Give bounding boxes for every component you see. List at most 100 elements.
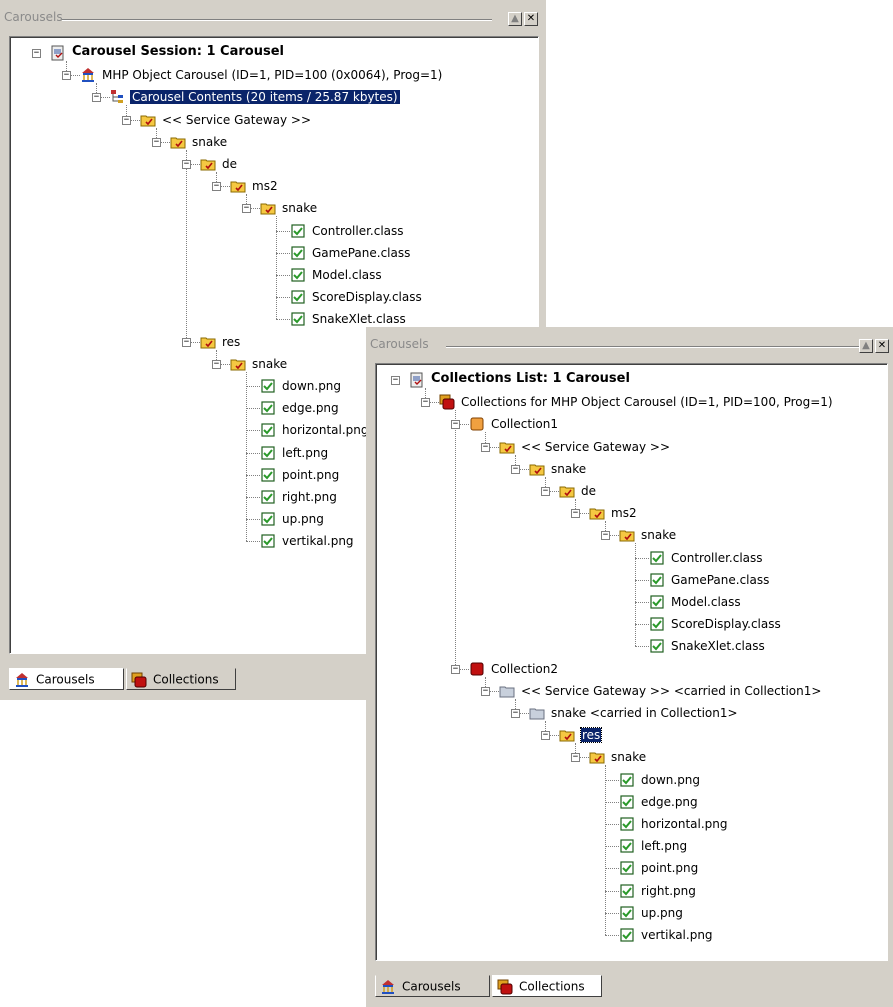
collapse-toggle[interactable]: − — [242, 204, 251, 214]
file-check-icon — [260, 533, 276, 549]
tree-file-item[interactable]: ScoreDisplay.class — [10, 287, 538, 307]
tree-node-label: right.png — [641, 883, 696, 898]
collapse-toggle[interactable]: − — [451, 664, 460, 674]
tab-carousels[interactable]: Carousels — [375, 975, 490, 997]
minimize-button[interactable]: ▲ — [859, 339, 873, 353]
tree-node[interactable]: − MHP Object Carousel (ID=1, PID=100 (0x0… — [10, 65, 538, 85]
tree-node[interactable]: − ms2 — [10, 176, 538, 196]
tree-node[interactable]: − de — [376, 481, 887, 501]
folder-icon — [559, 483, 575, 499]
tree-node[interactable]: − Collections for MHP Object Carousel (ID… — [376, 392, 887, 412]
tree-file-item[interactable]: edge.png — [376, 792, 887, 812]
tree-file-item[interactable]: down.png — [376, 770, 887, 790]
collapse-toggle[interactable]: − — [511, 464, 520, 474]
tree-file-item[interactable]: up.png — [376, 903, 887, 923]
collection-red-icon — [469, 661, 485, 677]
collapse-toggle[interactable]: − — [571, 509, 580, 519]
tree-file-item[interactable]: Model.class — [10, 265, 538, 285]
collapse-toggle[interactable]: − — [152, 137, 161, 147]
tree-node-label: up.png — [282, 512, 324, 527]
tree-file-item[interactable]: Controller.class — [376, 548, 887, 568]
tree-node-label: vertikal.png — [641, 928, 713, 942]
tree-node[interactable]: − de — [10, 154, 538, 174]
tree-connector — [276, 230, 290, 232]
collapse-toggle[interactable]: − — [391, 376, 400, 385]
tree-node[interactable]: − Carousel Session: 1 Carousel — [10, 43, 538, 63]
collapse-toggle[interactable]: − — [212, 182, 221, 192]
tree-file-item[interactable]: left.png — [376, 836, 887, 856]
tree-node[interactable]: − snake — [376, 747, 887, 767]
tree-node[interactable]: − ms2 — [376, 503, 887, 523]
collection-orange-icon — [469, 416, 485, 432]
minimize-button[interactable]: ▲ — [508, 12, 522, 26]
tree-node-label: ms2 — [611, 506, 637, 521]
tree-connector — [276, 252, 290, 254]
collections-tree[interactable]: − Collections List: 1 Carousel − Collection… — [375, 363, 888, 961]
folder-icon — [559, 727, 575, 743]
tree-file-item[interactable]: vertikal.png — [376, 925, 887, 945]
tab-carousels[interactable]: Carousels — [9, 668, 124, 690]
file-check-icon — [619, 927, 635, 943]
tree-node[interactable]: − << Service Gateway >> — [376, 437, 887, 457]
tree-node[interactable]: − Collection1 — [376, 414, 887, 434]
tree-node-label: MHP Object Carousel (ID=1, PID=100 (0x00… — [102, 68, 443, 83]
tree-file-item[interactable]: Model.class — [376, 592, 887, 612]
tree-node-label: << Service Gateway >> — [521, 439, 671, 454]
collapse-toggle[interactable]: − — [541, 487, 550, 496]
tree-node[interactable]: − snake — [376, 525, 887, 545]
tree-node[interactable]: − snake — [376, 459, 887, 479]
tree-file-item[interactable]: SnakeXlet.class — [376, 636, 887, 656]
collapse-toggle[interactable]: − — [182, 337, 191, 347]
collapse-toggle[interactable]: − — [541, 731, 550, 741]
tree-file-item[interactable]: right.png — [376, 881, 887, 901]
tree-file-item[interactable]: point.png — [376, 858, 887, 878]
close-button[interactable]: ✕ — [875, 339, 889, 353]
collapse-toggle[interactable]: − — [182, 160, 191, 169]
tree-node[interactable]: − << Service Gateway >> <carried in Colle… — [376, 681, 887, 701]
collapse-toggle[interactable]: − — [481, 442, 490, 452]
tab-collections[interactable]: Collections — [126, 668, 236, 690]
tree-node[interactable]: − res — [376, 725, 887, 745]
collapse-toggle[interactable]: − — [421, 398, 430, 408]
tree-connector — [246, 386, 260, 387]
collapse-toggle[interactable]: − — [601, 531, 610, 541]
folder-icon — [140, 112, 156, 128]
collapse-toggle[interactable]: − — [62, 71, 71, 81]
window-titlebar[interactable]: Carousels ▲ ✕ — [0, 0, 546, 30]
folder-icon — [230, 178, 246, 194]
tree-connector — [635, 602, 649, 603]
tree-node[interactable]: − snake — [10, 132, 538, 152]
tree-node[interactable]: − Carousel Contents (20 items / 25.87 kby… — [10, 87, 538, 107]
collapse-toggle[interactable]: − — [451, 420, 460, 430]
tree-node[interactable]: − Collections List: 1 Carousel — [376, 370, 887, 390]
collapse-toggle[interactable]: − — [212, 359, 221, 369]
tree-file-item[interactable]: GamePane.class — [376, 570, 887, 590]
tree-file-item[interactable]: horizontal.png — [376, 814, 887, 834]
tree-node-label: up.png — [641, 905, 683, 920]
tab-collections[interactable]: Collections — [492, 975, 602, 997]
window-titlebar[interactable]: Carousels ▲ ✕ — [366, 327, 893, 357]
tree-node[interactable]: − Collection2 — [376, 659, 887, 679]
tree-file-item[interactable]: Controller.class — [10, 221, 538, 241]
collapse-toggle[interactable]: − — [122, 115, 131, 125]
collapse-toggle[interactable]: − — [92, 93, 101, 103]
collapse-toggle[interactable]: − — [571, 753, 580, 763]
tree-file-item[interactable]: ScoreDisplay.class — [376, 614, 887, 634]
tree-node[interactable]: − snake <carried in Collection1> — [376, 703, 887, 723]
tree-file-item[interactable]: GamePane.class — [10, 243, 538, 263]
tree-node-label: Controller.class — [312, 223, 404, 238]
collapse-toggle[interactable]: − — [481, 686, 490, 696]
close-button[interactable]: ✕ — [524, 12, 538, 26]
tree-node-label: ScoreDisplay.class — [671, 617, 781, 632]
file-check-icon — [260, 445, 276, 461]
tree-node[interactable]: − << Service Gateway >> — [10, 110, 538, 130]
tree-node-label: horizontal.png — [282, 423, 369, 438]
tree-connector — [605, 868, 619, 870]
collapse-toggle[interactable]: − — [32, 49, 41, 58]
tree-node-label: edge.png — [641, 794, 698, 809]
tree-node[interactable]: − snake — [10, 198, 538, 218]
tree-connector — [276, 319, 290, 321]
tree-connector — [605, 824, 619, 825]
collapse-toggle[interactable]: − — [511, 709, 520, 718]
tree-node-label: snake — [252, 356, 288, 371]
